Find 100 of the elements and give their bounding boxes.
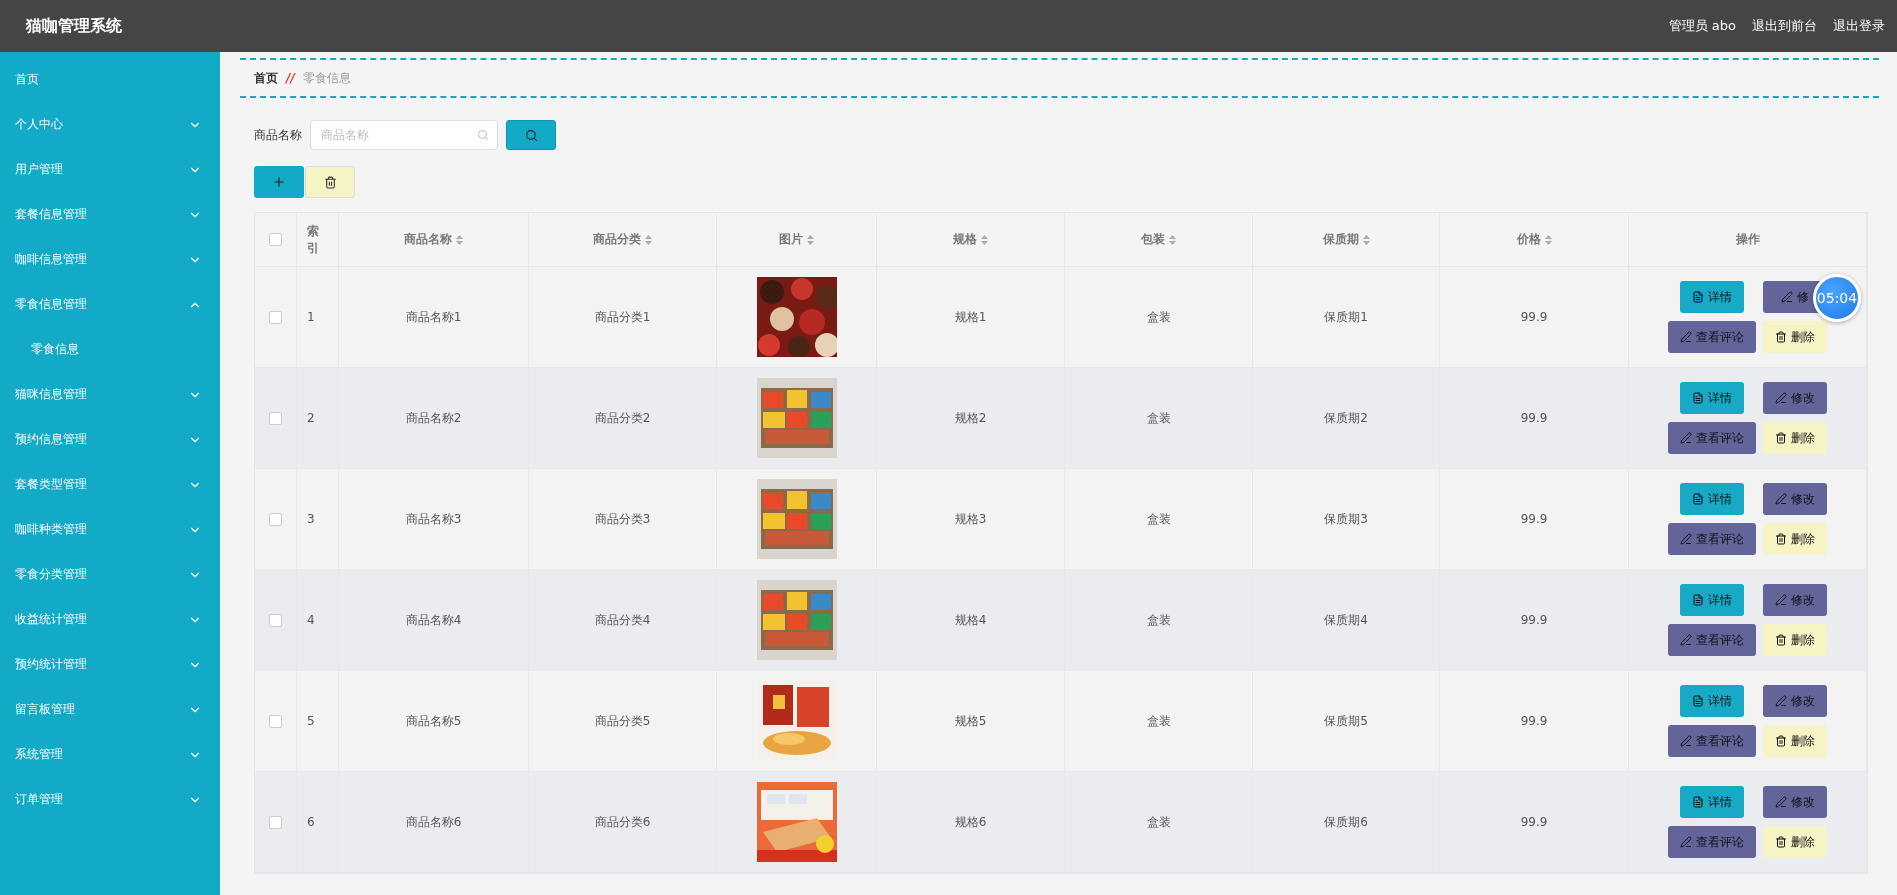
table-cell: 保质期4 — [1324, 611, 1368, 629]
delete-button[interactable]: 删除 — [1763, 725, 1827, 757]
table-cell: 规格3 — [954, 510, 987, 528]
sidebar-item[interactable]: 咖啡种类管理 — [0, 507, 220, 552]
comments-button[interactable]: 查看评论 — [1668, 624, 1756, 656]
delete-button[interactable]: 删除 — [1763, 523, 1827, 555]
edit-button[interactable]: 修改 — [1763, 685, 1827, 717]
table-cell: 99.9 — [1520, 613, 1548, 627]
sidebar-item[interactable]: 用户管理 — [0, 147, 220, 192]
table-cell: 规格5 — [954, 712, 987, 730]
search-input[interactable]: 商品名称 — [319, 127, 477, 143]
table-cell: 商品分类1 — [594, 308, 651, 326]
table-cell: 保质期5 — [1324, 712, 1368, 730]
table-cell: 6 — [307, 815, 315, 829]
table-cell: 1 — [307, 310, 315, 324]
table-cell: 99.9 — [1520, 310, 1548, 324]
document-icon — [1692, 392, 1704, 404]
search-button[interactable] — [506, 120, 556, 150]
column-header[interactable]: 商品分类 — [593, 231, 652, 248]
column-header[interactable]: 保质期 — [1322, 231, 1370, 248]
detail-button[interactable]: 详情 — [1680, 584, 1744, 616]
table-cell: 规格2 — [954, 409, 987, 427]
sidebar-item[interactable]: 零食分类管理 — [0, 552, 220, 597]
search-label: 商品名称 — [254, 126, 302, 144]
checkbox[interactable] — [269, 411, 282, 425]
sidebar-item[interactable]: 首页 — [0, 57, 220, 102]
header-link[interactable]: 退出到前台 — [1752, 17, 1817, 35]
delete-button[interactable] — [305, 166, 355, 198]
comments-button[interactable]: 查看评论 — [1668, 826, 1756, 858]
sidebar-item[interactable]: 个人中心 — [0, 102, 220, 147]
pencil-icon — [1680, 432, 1692, 444]
column-header[interactable]: 价格 — [1516, 231, 1552, 248]
sidebar-item[interactable]: 订单管理 — [0, 777, 220, 822]
edit-button[interactable]: 修改 — [1763, 483, 1827, 515]
sort-icon[interactable] — [981, 234, 988, 245]
table-cell: 盒装 — [1146, 308, 1171, 326]
edit-button[interactable]: 修改 — [1763, 382, 1827, 414]
table-cell: 盒装 — [1146, 712, 1171, 730]
sidebar-item[interactable]: 咖啡信息管理 — [0, 237, 220, 282]
breadcrumb-separator: // — [286, 71, 295, 85]
checkbox[interactable] — [269, 310, 282, 324]
header-link[interactable]: 退出登录 — [1833, 17, 1885, 35]
table-cell: 99.9 — [1520, 815, 1548, 829]
sidebar-item[interactable]: 收益统计管理 — [0, 597, 220, 642]
table-cell: 盒装 — [1146, 611, 1171, 629]
pencil-icon — [1680, 735, 1692, 747]
sidebar-item[interactable]: 系统管理 — [0, 732, 220, 777]
detail-button[interactable]: 详情 — [1680, 382, 1744, 414]
sidebar-item[interactable]: 猫咪信息管理 — [0, 372, 220, 417]
column-header[interactable]: 图片 — [779, 231, 814, 248]
pencil-icon — [1775, 695, 1787, 707]
sidebar-item[interactable]: 套餐类型管理 — [0, 462, 220, 507]
sort-icon[interactable] — [456, 234, 463, 245]
sort-icon[interactable] — [1169, 234, 1176, 245]
trash-icon — [1775, 432, 1787, 444]
detail-button[interactable]: 详情 — [1680, 483, 1744, 515]
column-header[interactable]: 商品名称 — [404, 231, 463, 248]
delete-button[interactable]: 删除 — [1763, 422, 1827, 454]
checkbox[interactable] — [269, 512, 282, 526]
checkbox[interactable] — [269, 815, 282, 829]
checkbox[interactable] — [269, 613, 282, 627]
table-cell: 5 — [307, 714, 315, 728]
delete-button[interactable]: 删除 — [1763, 826, 1827, 858]
sidebar-item[interactable]: 零食信息管理 — [0, 282, 220, 327]
table-cell: 商品名称4 — [405, 611, 462, 629]
table-cell: 规格1 — [954, 308, 987, 326]
comments-button[interactable]: 查看评论 — [1668, 725, 1756, 757]
sort-icon[interactable] — [1362, 234, 1370, 245]
checkbox[interactable] — [269, 714, 282, 728]
sidebar-subitem[interactable]: 零食信息 — [0, 327, 220, 372]
detail-button[interactable]: 详情 — [1680, 786, 1744, 818]
sidebar-item[interactable]: 预约信息管理 — [0, 417, 220, 462]
table-cell: 规格4 — [954, 611, 987, 629]
sort-icon[interactable] — [645, 234, 652, 245]
edit-button[interactable]: 修改 — [1763, 584, 1827, 616]
sidebar-item[interactable]: 套餐信息管理 — [0, 192, 220, 237]
comments-button[interactable]: 查看评论 — [1668, 523, 1756, 555]
sort-icon[interactable] — [1544, 234, 1552, 245]
pencil-icon — [1775, 796, 1787, 808]
breadcrumb-item[interactable]: 首页 — [254, 69, 278, 87]
pencil-icon — [1781, 291, 1793, 303]
comments-button[interactable]: 查看评论 — [1668, 422, 1756, 454]
column-header[interactable]: 规格 — [953, 231, 988, 248]
pencil-icon — [1680, 836, 1692, 848]
document-icon — [1692, 594, 1704, 606]
edit-button[interactable]: 修改 — [1763, 786, 1827, 818]
sidebar-item[interactable]: 留言板管理 — [0, 687, 220, 732]
detail-button[interactable]: 详情 — [1680, 281, 1744, 313]
header-link[interactable]: 管理员 abo — [1668, 17, 1736, 35]
table-cell: 商品名称3 — [405, 510, 462, 528]
table-cell: 商品名称6 — [405, 813, 462, 831]
delete-button[interactable]: 删除 — [1763, 321, 1827, 353]
sidebar-item[interactable]: 预约统计管理 — [0, 642, 220, 687]
checkbox[interactable] — [269, 233, 282, 246]
column-header[interactable]: 包装 — [1141, 231, 1176, 248]
search-field[interactable]: 商品名称 — [310, 120, 498, 150]
comments-button[interactable]: 查看评论 — [1668, 321, 1756, 353]
sort-icon[interactable] — [807, 234, 814, 245]
delete-button[interactable]: 删除 — [1763, 624, 1827, 656]
detail-button[interactable]: 详情 — [1680, 685, 1744, 717]
